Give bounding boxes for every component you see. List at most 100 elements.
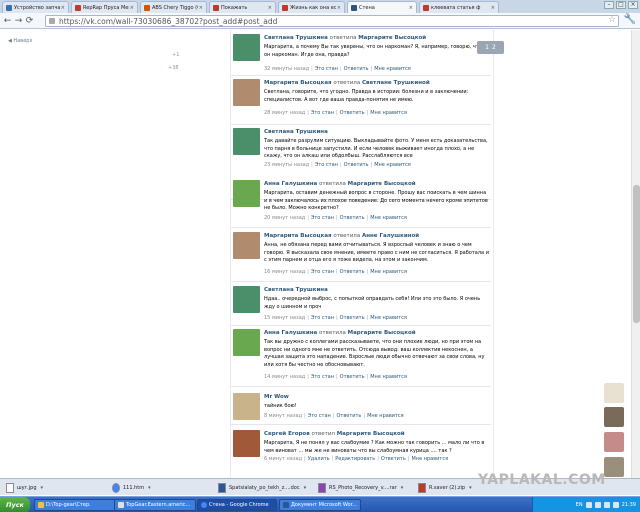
- side-avatar[interactable]: [604, 407, 624, 427]
- tab-close-icon[interactable]: ×: [61, 5, 65, 11]
- download-item[interactable]: 111.htm ▾: [112, 481, 151, 494]
- like-link[interactable]: Мне нравится: [370, 374, 407, 380]
- bookmark-star-icon[interactable]: ☆: [608, 15, 616, 25]
- taskbar-button[interactable]: TopGear.Eastern.americ...: [114, 499, 196, 511]
- address-bar[interactable]: https://vk.com/wall-73030686_38702?post_…: [45, 15, 619, 27]
- chevron-down-icon[interactable]: ▾: [469, 485, 472, 491]
- taskbar-button[interactable]: Документ Microsoft Wor...: [279, 499, 361, 511]
- reload-icon[interactable]: ⟳: [24, 16, 35, 26]
- browser-tab[interactable]: ABS Chery Tiggo (Ст ×: [140, 1, 207, 13]
- page-scrollbar[interactable]: [631, 30, 640, 478]
- browser-tab[interactable]: RepRap Пруса Менд ×: [71, 1, 138, 13]
- like-link[interactable]: Мне нравится: [370, 315, 407, 321]
- reply-link[interactable]: Ответить: [340, 374, 365, 380]
- reply-target[interactable]: Маргарите Высоцкой: [348, 181, 416, 187]
- comment-author[interactable]: Светлана Трушкина: [264, 129, 328, 135]
- comment-author[interactable]: Сергей Егоров: [264, 431, 310, 437]
- spam-link[interactable]: Это стан: [311, 315, 334, 321]
- clock[interactable]: 21:39: [622, 502, 636, 508]
- spam-link[interactable]: Это стан: [308, 413, 331, 419]
- close-window-icon[interactable]: ×: [628, 1, 638, 9]
- like-link[interactable]: Мне нравится: [411, 456, 448, 462]
- tab-close-icon[interactable]: ×: [199, 5, 203, 11]
- avatar[interactable]: [233, 430, 260, 457]
- chevron-down-icon[interactable]: ▾: [148, 485, 151, 491]
- avatar[interactable]: [233, 180, 260, 207]
- avatar[interactable]: [233, 128, 260, 155]
- tab-close-icon[interactable]: ×: [268, 5, 272, 11]
- avatar[interactable]: [233, 393, 260, 420]
- comment-author[interactable]: Маргарита Высоцкая: [264, 233, 332, 239]
- comment-time[interactable]: 23 минуты назад: [264, 162, 309, 168]
- chevron-down-icon[interactable]: ▾: [304, 485, 307, 491]
- page-counter-badge[interactable]: 1 2: [477, 41, 504, 54]
- minimize-icon[interactable]: –: [604, 1, 614, 9]
- comment-time[interactable]: 8 минут назад: [264, 413, 302, 419]
- side-avatar[interactable]: [604, 432, 624, 452]
- like-link[interactable]: Мне нравится: [374, 66, 411, 72]
- reply-target[interactable]: Светлане Трушкиной: [362, 80, 430, 86]
- download-item[interactable]: R.saver (2).zip ▾: [418, 481, 472, 494]
- reply-link[interactable]: Ответить: [340, 110, 365, 116]
- antivirus-icon[interactable]: [603, 502, 610, 508]
- browser-tab[interactable]: Жизнь как она есть ×: [278, 1, 345, 13]
- edit-link[interactable]: Редактировать: [335, 456, 375, 462]
- taskbar-button-active[interactable]: Стена - Google Chrome: [197, 499, 277, 511]
- comment-time[interactable]: 15 минут назад: [264, 315, 305, 321]
- update-icon[interactable]: [612, 502, 619, 508]
- reply-link[interactable]: Ответить: [344, 66, 369, 72]
- start-button[interactable]: Пуск: [0, 497, 30, 512]
- back-arrow-icon[interactable]: ←: [2, 16, 13, 26]
- delete-link[interactable]: Удалить: [308, 456, 330, 462]
- download-item[interactable]: Spatsialaty_po_tekh_z....doc ▾: [218, 481, 306, 494]
- tab-close-icon[interactable]: ×: [491, 5, 495, 11]
- spam-link[interactable]: Это стан: [315, 66, 338, 72]
- browser-tab[interactable]: Устройство запчасти ×: [2, 1, 69, 13]
- reply-link[interactable]: Ответить: [381, 456, 406, 462]
- like-link[interactable]: Мне нравится: [370, 215, 407, 221]
- like-link[interactable]: Мне нравится: [367, 413, 404, 419]
- browser-tab[interactable]: Покажать ×: [209, 1, 276, 13]
- avatar[interactable]: [233, 232, 260, 259]
- browser-tab[interactable]: клеевата статья ф ×: [419, 1, 499, 13]
- spam-link[interactable]: Это стан: [311, 374, 334, 380]
- download-item[interactable]: RS_Photo_Recovery_v....rar ▾: [318, 481, 403, 494]
- comment-time[interactable]: 14 минут назад: [264, 374, 305, 380]
- tab-close-icon[interactable]: ×: [409, 5, 413, 11]
- comment-author[interactable]: Светлана Трушкина: [264, 35, 328, 41]
- avatar[interactable]: [233, 329, 260, 356]
- comment-time[interactable]: 32 минуты назад: [264, 66, 309, 72]
- comment-time[interactable]: 20 минут назад: [264, 215, 305, 221]
- reply-link[interactable]: Ответить: [344, 162, 369, 168]
- language-indicator[interactable]: EN: [576, 502, 583, 508]
- comment-author[interactable]: Анна Галушкина: [264, 330, 317, 336]
- like-link[interactable]: Мне нравится: [370, 269, 407, 275]
- like-link[interactable]: Мне нравится: [374, 162, 411, 168]
- comment-author[interactable]: Анна Галушкина: [264, 181, 317, 187]
- back-to-top-link[interactable]: ◀ Наверх: [8, 38, 32, 44]
- avatar[interactable]: [233, 79, 260, 106]
- comment-author[interactable]: Светлана Трушкина: [264, 287, 328, 293]
- maximize-icon[interactable]: □: [616, 1, 626, 9]
- taskbar-button[interactable]: D:\Top-gear\Стер.: [34, 499, 122, 511]
- reply-target[interactable]: Маргарите Высоцкой: [358, 35, 426, 41]
- spam-link[interactable]: Это стан: [315, 162, 338, 168]
- chevron-down-icon[interactable]: ▾: [401, 485, 404, 491]
- network-icon[interactable]: [585, 502, 592, 508]
- download-item[interactable]: шуг.jpg ▾: [6, 481, 43, 494]
- comment-time[interactable]: 6 минут назад: [264, 456, 302, 462]
- volume-icon[interactable]: [594, 502, 601, 508]
- side-avatar[interactable]: [604, 457, 624, 477]
- forward-arrow-icon[interactable]: →: [13, 16, 24, 26]
- spam-link[interactable]: Это стан: [311, 215, 334, 221]
- reply-link[interactable]: Ответить: [340, 269, 365, 275]
- avatar[interactable]: [233, 286, 260, 313]
- scroll-thumb[interactable]: [633, 185, 640, 323]
- comment-time[interactable]: 28 минут назад: [264, 110, 305, 116]
- reply-link[interactable]: Ответить: [340, 215, 365, 221]
- reply-link[interactable]: Ответить: [336, 413, 361, 419]
- like-link[interactable]: Мне нравится: [370, 110, 407, 116]
- spam-link[interactable]: Это стан: [311, 110, 334, 116]
- reply-target[interactable]: Анне Галушкиной: [362, 233, 419, 239]
- reply-link[interactable]: Ответить: [340, 315, 365, 321]
